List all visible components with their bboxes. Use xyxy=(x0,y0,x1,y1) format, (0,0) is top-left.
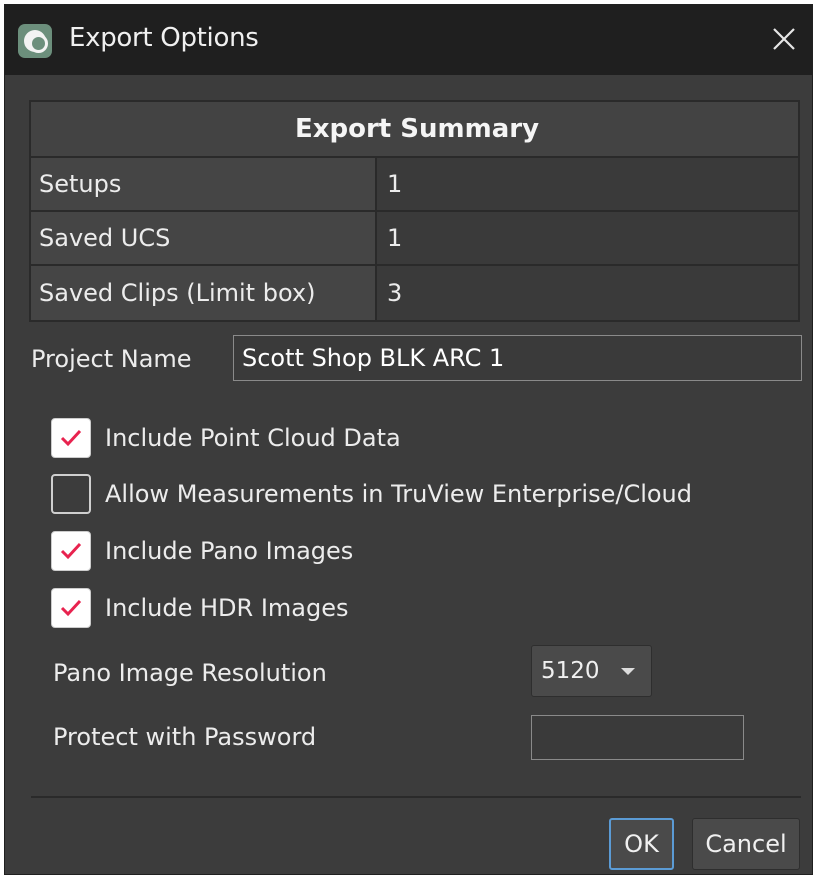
export-options-dialog: Export Options Export Summary Setups 1 S… xyxy=(4,4,813,875)
row-value-saved-clips: 3 xyxy=(387,279,403,307)
table-row: Setups 1 xyxy=(31,158,798,212)
app-logo-icon xyxy=(18,24,52,58)
pano-resolution-value: 5120 xyxy=(541,658,600,684)
pano-images-checkbox[interactable] xyxy=(51,531,91,571)
row-label-setups: Setups xyxy=(31,158,377,210)
allow-measurements-checkbox[interactable] xyxy=(51,474,91,514)
checkmark-icon xyxy=(60,429,82,447)
close-button[interactable] xyxy=(764,19,804,59)
dialog-title: Export Options xyxy=(69,23,259,53)
hdr-images-label: Include HDR Images xyxy=(105,594,349,622)
checkmark-icon xyxy=(60,599,82,617)
option-include-hdr-images[interactable]: Include HDR Images xyxy=(51,587,349,629)
option-include-point-cloud[interactable]: Include Point Cloud Data xyxy=(51,417,401,459)
row-label-saved-ucs: Saved UCS xyxy=(31,212,377,264)
table-row: Saved Clips (Limit box) 3 xyxy=(31,266,798,320)
row-value-setups: 1 xyxy=(387,170,403,198)
close-icon xyxy=(773,28,795,50)
cancel-button[interactable]: Cancel xyxy=(692,818,800,870)
hdr-images-checkbox[interactable] xyxy=(51,588,91,628)
allow-measurements-label: Allow Measurements in TruView Enterprise… xyxy=(105,480,692,508)
summary-header: Export Summary xyxy=(31,102,798,158)
summary-title: Export Summary xyxy=(294,114,540,144)
row-value-saved-ucs: 1 xyxy=(387,224,403,252)
project-name-label: Project Name xyxy=(31,345,192,373)
row-label-saved-clips: Saved Clips (Limit box) xyxy=(31,266,377,320)
title-bar: Export Options xyxy=(5,5,812,75)
chevron-down-icon xyxy=(621,668,635,675)
option-include-pano-images[interactable]: Include Pano Images xyxy=(51,530,353,572)
point-cloud-label: Include Point Cloud Data xyxy=(105,424,401,452)
password-input[interactable] xyxy=(531,715,744,760)
ok-button[interactable]: OK xyxy=(609,818,674,870)
pano-images-label: Include Pano Images xyxy=(105,537,354,565)
option-allow-measurements[interactable]: Allow Measurements in TruView Enterprise… xyxy=(51,473,692,515)
project-name-input[interactable] xyxy=(233,335,802,381)
password-label: Protect with Password xyxy=(53,723,317,751)
point-cloud-checkbox[interactable] xyxy=(51,418,91,458)
divider xyxy=(31,796,801,798)
export-summary-table: Export Summary Setups 1 Saved UCS 1 Save… xyxy=(29,100,800,322)
pano-resolution-dropdown[interactable]: 5120 xyxy=(531,645,652,697)
pano-resolution-label: Pano Image Resolution xyxy=(53,659,327,687)
table-row: Saved UCS 1 xyxy=(31,212,798,266)
checkmark-icon xyxy=(60,542,82,560)
